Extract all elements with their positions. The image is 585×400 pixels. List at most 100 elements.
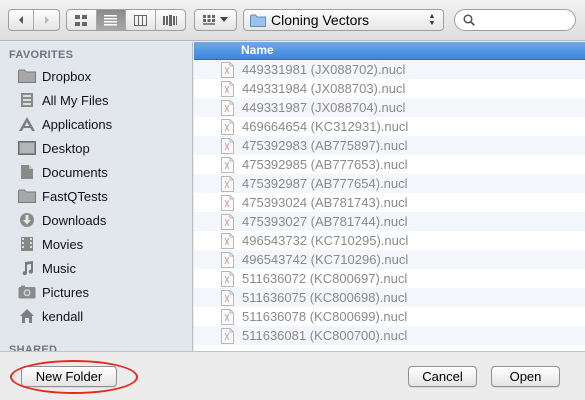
sidebar-item-pictures[interactable]: Pictures: [0, 280, 192, 304]
arrange-grid-icon: [203, 14, 215, 25]
file-name: 475393024 (AB781743).nucl: [242, 195, 408, 210]
coverflow-view-button[interactable]: [156, 10, 185, 30]
sidebar-item-desktop[interactable]: Desktop: [0, 136, 192, 160]
sidebar-item-label: Applications: [42, 116, 113, 132]
file-list: Name 449331981 (JX088702).nucl 449331984 …: [194, 42, 585, 351]
open-button[interactable]: Open: [491, 366, 560, 387]
document-icon: [221, 175, 234, 192]
file-rows: 449331981 (JX088702).nucl 449331984 (JX08…: [194, 60, 585, 345]
file-row[interactable]: 511636072 (KC800697).nucl: [194, 269, 585, 288]
file-row[interactable]: 449331987 (JX088704).nucl: [194, 98, 585, 117]
file-row[interactable]: 511636078 (KC800699).nucl: [194, 307, 585, 326]
sidebar-item-label: Pictures: [42, 284, 89, 300]
arrange-button[interactable]: [194, 9, 237, 31]
name-column-header[interactable]: Name: [194, 42, 585, 60]
file-row[interactable]: 449331981 (JX088702).nucl: [194, 60, 585, 79]
file-name: 511636075 (KC800698).nucl: [242, 290, 408, 305]
document-icon: [221, 194, 234, 211]
document-icon: [221, 251, 234, 268]
document-icon: [221, 61, 234, 78]
file-row[interactable]: 475393027 (AB781744).nucl: [194, 212, 585, 231]
document-icon: [221, 270, 234, 287]
home-icon: [17, 307, 37, 325]
search-field[interactable]: [454, 9, 576, 31]
back-forward-group: [8, 9, 60, 31]
file-name: 496543742 (KC710296).nucl: [242, 252, 409, 267]
sidebar-item-downloads[interactable]: Downloads: [0, 208, 192, 232]
view-mode-group: [66, 9, 186, 31]
back-button[interactable]: [9, 10, 34, 30]
file-row[interactable]: 511636075 (KC800698).nucl: [194, 288, 585, 307]
forward-button[interactable]: [34, 10, 59, 30]
icon-view-button[interactable]: [67, 10, 97, 30]
sidebar-item-applications[interactable]: Applications: [0, 112, 192, 136]
file-row[interactable]: 469664654 (KC312931).nucl: [194, 117, 585, 136]
shared-header: SHARED: [9, 344, 58, 351]
sidebar-item-fastqtests[interactable]: FastQTests: [0, 184, 192, 208]
movies-icon: [17, 235, 37, 253]
folder-icon: [17, 67, 37, 85]
chevron-right-icon: [44, 16, 49, 24]
desktop-icon: [17, 139, 37, 157]
all-files-icon: [17, 91, 37, 109]
document-icon: [221, 327, 234, 344]
cancel-button[interactable]: Cancel: [408, 366, 477, 387]
pictures-icon: [17, 283, 37, 301]
search-icon: [463, 14, 475, 26]
bottom-bar: New Folder Cancel Open: [0, 351, 585, 400]
file-name: 511636081 (KC800700).nucl: [242, 328, 408, 343]
sidebar: FAVORITES Dropbox All My Files Applicati…: [0, 42, 193, 351]
sidebar-item-label: Music: [42, 260, 76, 276]
sidebar-item-label: Desktop: [42, 140, 90, 156]
document-icon: [221, 289, 234, 306]
sidebar-item-label: Movies: [42, 236, 84, 252]
file-row[interactable]: 475392987 (AB777654).nucl: [194, 174, 585, 193]
sidebar-item-all-my-files[interactable]: All My Files: [0, 88, 192, 112]
popup-arrows-icon: ▲ ▼: [428, 13, 436, 27]
columns-icon: [133, 14, 147, 26]
file-row[interactable]: 475392985 (AB777653).nucl: [194, 155, 585, 174]
sidebar-item-music[interactable]: Music: [0, 256, 192, 280]
file-row[interactable]: 496543742 (KC710296).nucl: [194, 250, 585, 269]
document-icon: [221, 156, 234, 173]
file-row[interactable]: 475392983 (AB775897).nucl: [194, 136, 585, 155]
applications-icon: [17, 115, 37, 133]
documents-icon: [17, 163, 37, 181]
coverflow-icon: [163, 14, 178, 26]
toolbar: Cloning Vectors ▲ ▼: [0, 0, 585, 41]
folder-icon: [17, 187, 37, 205]
document-icon: [221, 232, 234, 249]
file-row[interactable]: 511636081 (KC800700).nucl: [194, 326, 585, 345]
file-name: 469664654 (KC312931).nucl: [242, 119, 409, 134]
file-row[interactable]: 496543732 (KC710295).nucl: [194, 231, 585, 250]
sidebar-item-kendall[interactable]: kendall: [0, 304, 192, 328]
chevron-left-icon: [19, 16, 23, 24]
file-name: 496543732 (KC710295).nucl: [242, 233, 409, 248]
file-name: 449331981 (JX088702).nucl: [242, 62, 406, 77]
document-icon: [221, 80, 234, 97]
sidebar-item-label: Documents: [42, 164, 108, 180]
list-icon: [104, 14, 118, 25]
music-icon: [17, 259, 37, 277]
triangle-down-icon: [220, 17, 228, 22]
file-name: 449331987 (JX088704).nucl: [242, 100, 406, 115]
sidebar-item-label: kendall: [42, 308, 84, 324]
location-popup[interactable]: Cloning Vectors ▲ ▼: [243, 9, 444, 31]
file-row[interactable]: 449331984 (JX088703).nucl: [194, 79, 585, 98]
column-view-button[interactable]: [126, 10, 156, 30]
sidebar-item-documents[interactable]: Documents: [0, 160, 192, 184]
file-row[interactable]: 475393024 (AB781743).nucl: [194, 193, 585, 212]
sidebar-item-movies[interactable]: Movies: [0, 232, 192, 256]
document-icon: [221, 118, 234, 135]
document-icon: [221, 99, 234, 116]
file-name: 511636072 (KC800697).nucl: [242, 271, 408, 286]
list-view-button[interactable]: [96, 10, 126, 30]
document-icon: [221, 213, 234, 230]
file-name: 475392983 (AB775897).nucl: [242, 138, 408, 153]
file-name: 475392987 (AB777654).nucl: [242, 176, 408, 191]
document-icon: [221, 308, 234, 325]
file-name: 475393027 (AB781744).nucl: [242, 214, 408, 229]
file-name: 475392985 (AB777653).nucl: [242, 157, 408, 172]
new-folder-button[interactable]: New Folder: [21, 366, 117, 387]
sidebar-item-dropbox[interactable]: Dropbox: [0, 64, 192, 88]
